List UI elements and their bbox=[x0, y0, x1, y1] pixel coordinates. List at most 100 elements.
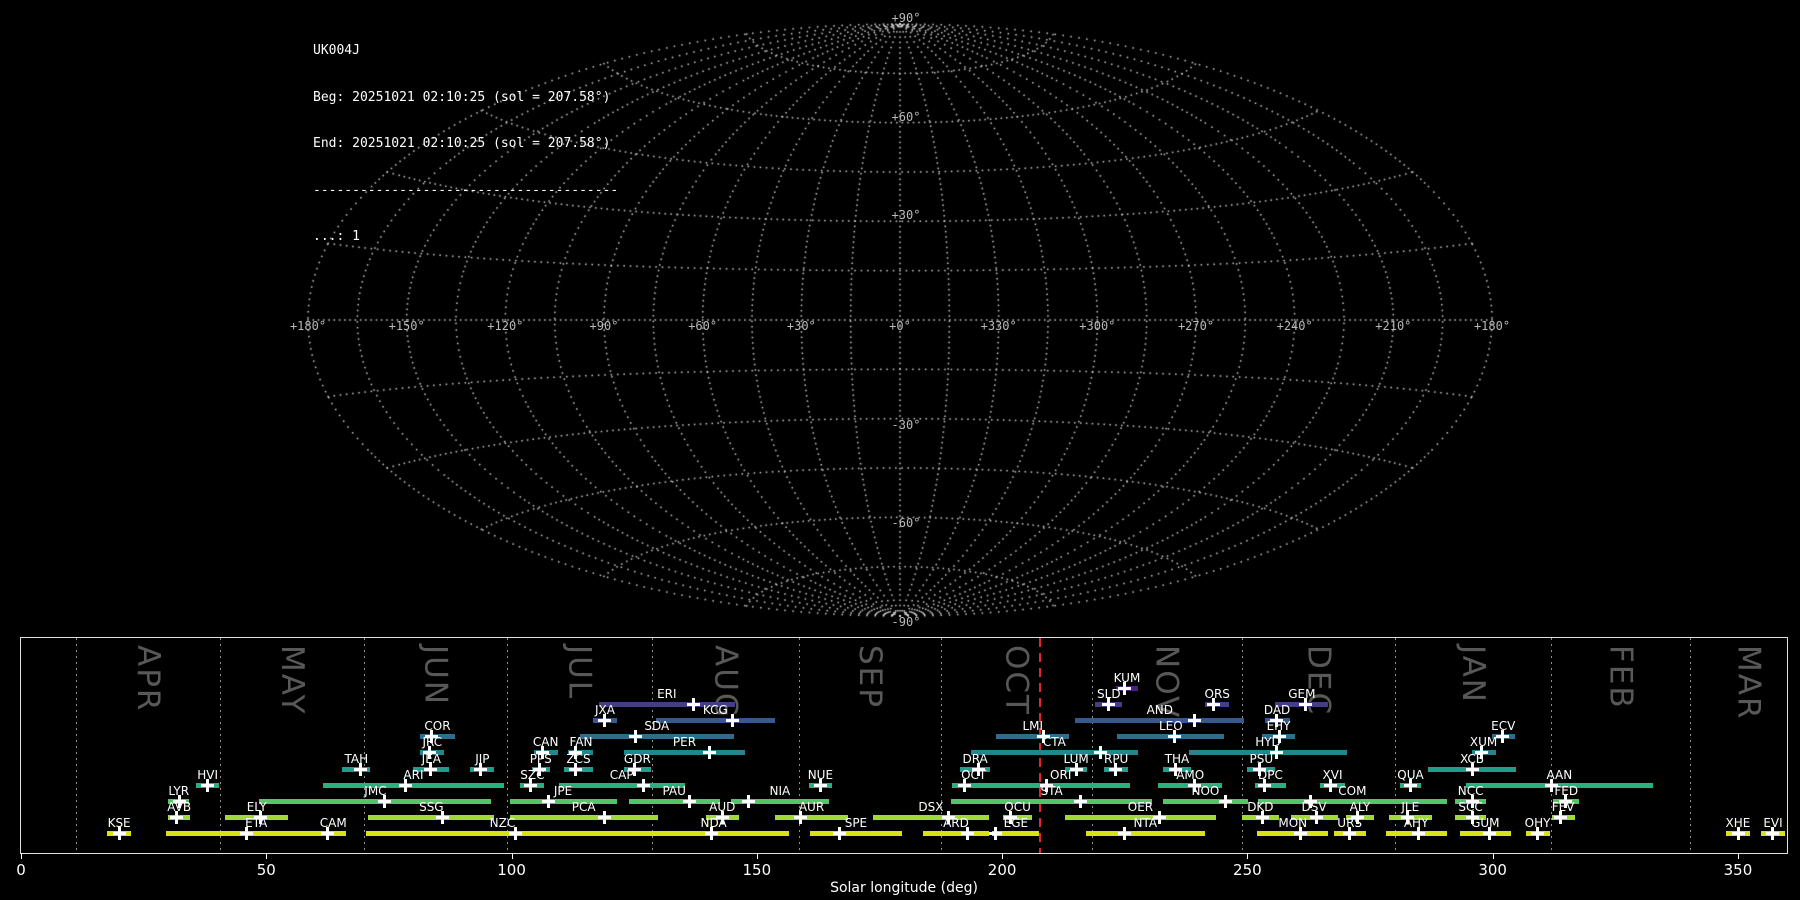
shower-label-jip: JIP bbox=[475, 751, 490, 766]
shower-label-can: CAN bbox=[532, 735, 559, 750]
shower-label-jle: JLE bbox=[1401, 800, 1420, 815]
shower-label-cam: CAM bbox=[319, 816, 347, 831]
month-boundary-jan bbox=[1395, 638, 1397, 853]
shower-label-ori: ORI bbox=[1050, 767, 1072, 782]
shower-label-ssg: SSG bbox=[419, 800, 444, 815]
shower-label-nta: NTA bbox=[1133, 816, 1158, 831]
x-tick-label-250: 250 bbox=[1233, 861, 1262, 879]
sky-lat-label-0: +90° bbox=[891, 11, 921, 25]
shower-bar-nzc bbox=[366, 831, 639, 837]
shower-label-aan: AAN bbox=[1546, 767, 1573, 782]
shower-label-spe: SPE bbox=[844, 816, 868, 831]
shower-label-nzc: NZC bbox=[489, 816, 516, 831]
x-axis-title: Solar longitude (deg) bbox=[830, 880, 978, 896]
shower-label-jea: JEA bbox=[421, 751, 442, 766]
sky-lat-label-5: -90° bbox=[891, 615, 921, 629]
shower-label-tah: TAH bbox=[344, 751, 369, 766]
shower-label-ely: ELY bbox=[246, 800, 267, 815]
month-label-sep: SEP bbox=[852, 645, 889, 709]
shower-bar-dsx bbox=[873, 815, 989, 821]
shower-label-mon: MON bbox=[1278, 816, 1308, 831]
shower-label-cap: CAP bbox=[609, 767, 634, 782]
sky-lon-label-10: +240° bbox=[1276, 319, 1313, 333]
shower-label-per: PER bbox=[672, 735, 697, 750]
x-tick-150 bbox=[756, 853, 758, 859]
shower-label-dad: DAD bbox=[1263, 702, 1291, 717]
x-tick-250 bbox=[1247, 853, 1249, 859]
shower-bar-pca bbox=[509, 815, 658, 821]
sky-lon-label-6: +0° bbox=[889, 319, 911, 333]
shower-label-eta: ETA bbox=[245, 816, 268, 831]
shower-bar-pau bbox=[628, 799, 720, 805]
shower-label-aur: AUR bbox=[798, 800, 825, 815]
sky-lon-label-0: +180° bbox=[289, 319, 327, 333]
shower-peak-and bbox=[1187, 713, 1201, 727]
shower-label-rpu: RPU bbox=[1103, 751, 1129, 766]
shower-label-lmi: LMI bbox=[1022, 719, 1044, 734]
shower-label-hvi: HVI bbox=[197, 767, 219, 782]
shower-label-ard: ARD bbox=[943, 816, 969, 831]
sky-lon-label-12: +180° bbox=[1473, 319, 1511, 333]
shower-bar-mon bbox=[1257, 831, 1329, 837]
shower-bar-jpe bbox=[509, 799, 617, 805]
shower-label-zcs: ZCS bbox=[566, 751, 591, 766]
shower-label-dkd: DKD bbox=[1247, 800, 1274, 815]
shower-peak-cap bbox=[637, 778, 650, 792]
x-tick-350 bbox=[1737, 853, 1739, 859]
shower-label-urs: URS bbox=[1337, 816, 1363, 831]
month-label-jul: JUL bbox=[561, 645, 598, 701]
shower-label-noo: NOO bbox=[1191, 784, 1220, 799]
observation-info: UK004J Beg: 20251021 02:10:25 (sol = 207… bbox=[313, 12, 618, 260]
month-label-oct: OCT bbox=[998, 645, 1035, 716]
x-tick-label-350: 350 bbox=[1723, 861, 1753, 879]
shower-label-ege: EGE bbox=[1003, 816, 1029, 831]
shower-bar-kcg bbox=[655, 717, 775, 723]
shower-peak-nia bbox=[741, 795, 755, 809]
shower-label-aud: AUD bbox=[709, 800, 736, 815]
shower-label-nia: NIA bbox=[769, 784, 791, 799]
shower-label-xcb: XCB bbox=[1460, 751, 1485, 766]
shower-label-ohy: OHY bbox=[1524, 816, 1551, 831]
shower-label-pau: PAU bbox=[662, 784, 686, 799]
shower-label-ors: ORS bbox=[1204, 686, 1230, 701]
shower-bar-sta bbox=[951, 799, 1153, 805]
shower-label-lum: LUM bbox=[1063, 751, 1089, 766]
sky-lon-label-8: +300° bbox=[1079, 319, 1116, 333]
shower-bar-sda bbox=[579, 734, 734, 740]
shower-label-ecv: ECV bbox=[1491, 719, 1516, 734]
month-boundary-apr bbox=[75, 638, 77, 853]
month-boundary-mar bbox=[1690, 638, 1692, 853]
month-boundary-jun bbox=[363, 638, 365, 853]
shower-label-ehy: EHY bbox=[1266, 719, 1291, 734]
shower-label-ncc: NCC bbox=[1457, 784, 1484, 799]
shower-label-fed: FED bbox=[1554, 784, 1579, 799]
shower-peak-ege bbox=[988, 827, 1002, 841]
shower-label-oct: OCT bbox=[961, 767, 987, 782]
shower-label-evi: EVI bbox=[1763, 816, 1783, 831]
shower-label-szc: SZC bbox=[520, 767, 545, 782]
timeline-chart: Solar longitude (deg) APR MAY JUN JUL AUG SEP… bbox=[16, 637, 1788, 896]
sky-lon-label-5: +30° bbox=[786, 319, 816, 333]
shower-label-jpe: JPE bbox=[553, 784, 573, 799]
shower-label-pca: PCA bbox=[571, 800, 596, 815]
sky-lat-label-4: -60° bbox=[891, 516, 921, 531]
shower-label-eri: ERI bbox=[657, 686, 677, 701]
sky-lat-label-1: +60° bbox=[891, 109, 921, 124]
shower-bar-spe bbox=[809, 831, 903, 837]
shower-label-psu: PSU bbox=[1249, 751, 1274, 766]
x-tick-label-150: 150 bbox=[742, 861, 772, 879]
begin-time: Beg: 20251021 02:10:25 (sol = 207.58°) bbox=[313, 89, 611, 105]
month-label-may: MAY bbox=[273, 645, 310, 716]
shower-peak-kcg bbox=[726, 713, 740, 727]
sky-lon-label-3: +90° bbox=[589, 319, 619, 333]
month-label-jan: JAN bbox=[1454, 645, 1491, 704]
x-tick-200 bbox=[1002, 853, 1004, 859]
shower-label-xum: XUM bbox=[1469, 735, 1498, 750]
shower-label-ocu: OCU bbox=[1004, 800, 1031, 815]
shower-label-sta: STA bbox=[1040, 784, 1063, 799]
shower-label-dsx: DSX bbox=[918, 800, 944, 815]
shower-label-xhe: XHE bbox=[1725, 816, 1751, 831]
shower-label-nda: NDA bbox=[700, 816, 727, 831]
shower-label-oer: OER bbox=[1127, 800, 1154, 815]
sky-lon-label-2: +120° bbox=[487, 319, 524, 333]
